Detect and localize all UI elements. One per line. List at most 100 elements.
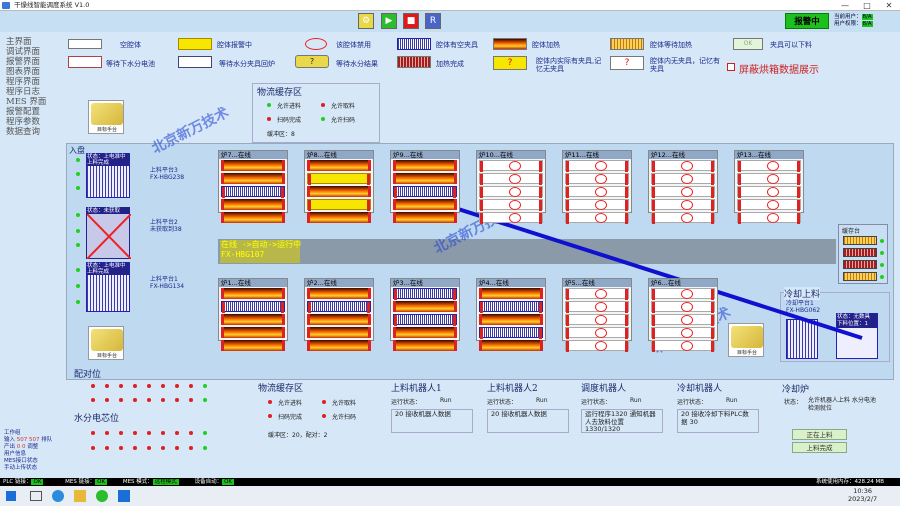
furnace-title: 炉5...在线 (563, 279, 631, 287)
folder-icon[interactable] (74, 490, 86, 502)
water-dot (119, 446, 123, 450)
furnace-slot-fire (393, 340, 457, 351)
slot-endcap-left (221, 327, 224, 338)
furnace-top-5[interactable]: 炉11...在线 (562, 150, 632, 224)
furnace-title: 炉11...在线 (563, 151, 631, 159)
slot-endcap-right (711, 174, 714, 185)
slot-endcap-left (221, 314, 224, 325)
pair-dot (119, 398, 123, 402)
robot-panel-title: 调度机器人 (581, 384, 627, 394)
slot-endcap-right (539, 200, 542, 211)
app-task-icon[interactable] (118, 490, 130, 502)
slot-endcap-left (308, 174, 311, 185)
furnace-slot-ban (479, 212, 543, 224)
furnace-slot-ban (565, 340, 629, 352)
slot-endcap-left (566, 174, 569, 185)
furnace-slot-ban (565, 314, 629, 326)
robot-panel-title: 上料机器人1 (391, 384, 442, 394)
furnace-slot-ban (651, 314, 715, 326)
slot-endcap-right (711, 328, 714, 339)
slot-endcap-right (454, 199, 457, 210)
furnace-slot-fire (221, 340, 285, 351)
edge-icon[interactable] (52, 490, 64, 502)
furnace-slot-fire (221, 288, 285, 299)
furnace-slot-fire (221, 173, 285, 184)
furnace-title: 炉6...在线 (649, 279, 717, 287)
pair-dot (105, 384, 109, 388)
furnace-bot-5[interactable]: 炉5...在线 (562, 278, 632, 352)
slot-endcap-right (540, 288, 543, 299)
furnace-slot-ban (651, 288, 715, 300)
slot-endcap-left (393, 199, 396, 210)
robot-panel-title: 冷却机器人 (677, 384, 723, 394)
slot-endcap-left (308, 200, 311, 211)
furnace-bot-4[interactable]: 炉4...在线 (476, 278, 546, 351)
slot-endcap-left (307, 212, 310, 223)
slot-endcap-right (625, 302, 628, 313)
furnace-bot-3[interactable]: 炉3...在线 (390, 278, 460, 351)
slot-endcap-right (454, 160, 457, 171)
robot-status-label: 运行状态： (581, 399, 612, 406)
pair-dot (147, 384, 151, 388)
slot-endcap-right (539, 161, 542, 172)
furnace-slot-fire (307, 186, 371, 197)
furnace-slot-ban (565, 160, 629, 172)
slot-endcap-right (454, 212, 457, 223)
windows-start-icon[interactable] (6, 491, 16, 501)
robot-status: Run (440, 397, 452, 404)
furnace-bot-6[interactable]: 炉6...在线 (648, 278, 718, 352)
furnace-slot-fire (307, 160, 371, 171)
pair-dot (161, 384, 165, 388)
furnace-title: 炉2...在线 (305, 279, 373, 287)
memory-usage: 系统使用内存：428.24 MB (815, 479, 884, 485)
furnace-top-6[interactable]: 炉12...在线 (648, 150, 718, 224)
water-dot (189, 431, 193, 435)
water-dot (161, 431, 165, 435)
water-dot (105, 431, 109, 435)
slot-endcap-right (540, 314, 543, 325)
slot-endcap-right (797, 187, 800, 198)
slot-endcap-left (307, 160, 310, 171)
pair-dot (175, 398, 179, 402)
water-dot (203, 446, 207, 450)
furnace-slot-fire (393, 212, 457, 223)
robot-panel-4: 冷却机器人 运行状态： Run 20 接收冷却下料PLC数据 30 (674, 381, 764, 441)
furnace-top-7[interactable]: 炉13...在线 (734, 150, 804, 224)
slot-endcap-left (307, 314, 310, 325)
slot-endcap-right (539, 174, 542, 185)
slot-endcap-right (282, 314, 285, 325)
slot-endcap-right (625, 213, 628, 224)
furnace-slot-fire (221, 314, 285, 325)
pair-dot (203, 398, 207, 402)
slot-endcap-right (625, 174, 628, 185)
slot-endcap-right (368, 288, 371, 299)
furnace-top-2[interactable]: 炉8...在线 (304, 150, 374, 223)
slot-endcap-left (738, 187, 741, 198)
robot-panel-title: 上料机器人2 (487, 384, 538, 394)
robot-status: Run (630, 397, 642, 404)
slot-endcap-right (281, 187, 284, 198)
furnace-slot-warn (307, 173, 371, 185)
water-dot (133, 431, 137, 435)
furnace-bot-2[interactable]: 炉2...在线 (304, 278, 374, 351)
chrome-icon[interactable] (96, 490, 108, 502)
furnace-top-4[interactable]: 炉10...在线 (476, 150, 546, 224)
slot-endcap-right (367, 302, 370, 313)
slot-endcap-left (566, 289, 569, 300)
slot-endcap-left (221, 173, 224, 184)
furnace-slot-fire (393, 301, 457, 312)
device-auto: OK (222, 479, 235, 485)
furnace-slot-ban (565, 186, 629, 198)
slot-endcap-left (393, 327, 396, 338)
furnace-slot-ban (565, 199, 629, 211)
slot-endcap-left (480, 302, 483, 313)
furnace-bot-1[interactable]: 炉1...在线 (218, 278, 288, 351)
slot-endcap-right (368, 340, 371, 351)
furnace-top-3[interactable]: 炉9...在线 (390, 150, 460, 223)
task-view-icon[interactable] (30, 491, 42, 501)
slot-endcap-left (222, 187, 225, 198)
furnace-top-1[interactable]: 炉7...在线 (218, 150, 288, 223)
slot-endcap-right (711, 289, 714, 300)
slot-endcap-left (221, 160, 224, 171)
pair-dot (91, 384, 95, 388)
